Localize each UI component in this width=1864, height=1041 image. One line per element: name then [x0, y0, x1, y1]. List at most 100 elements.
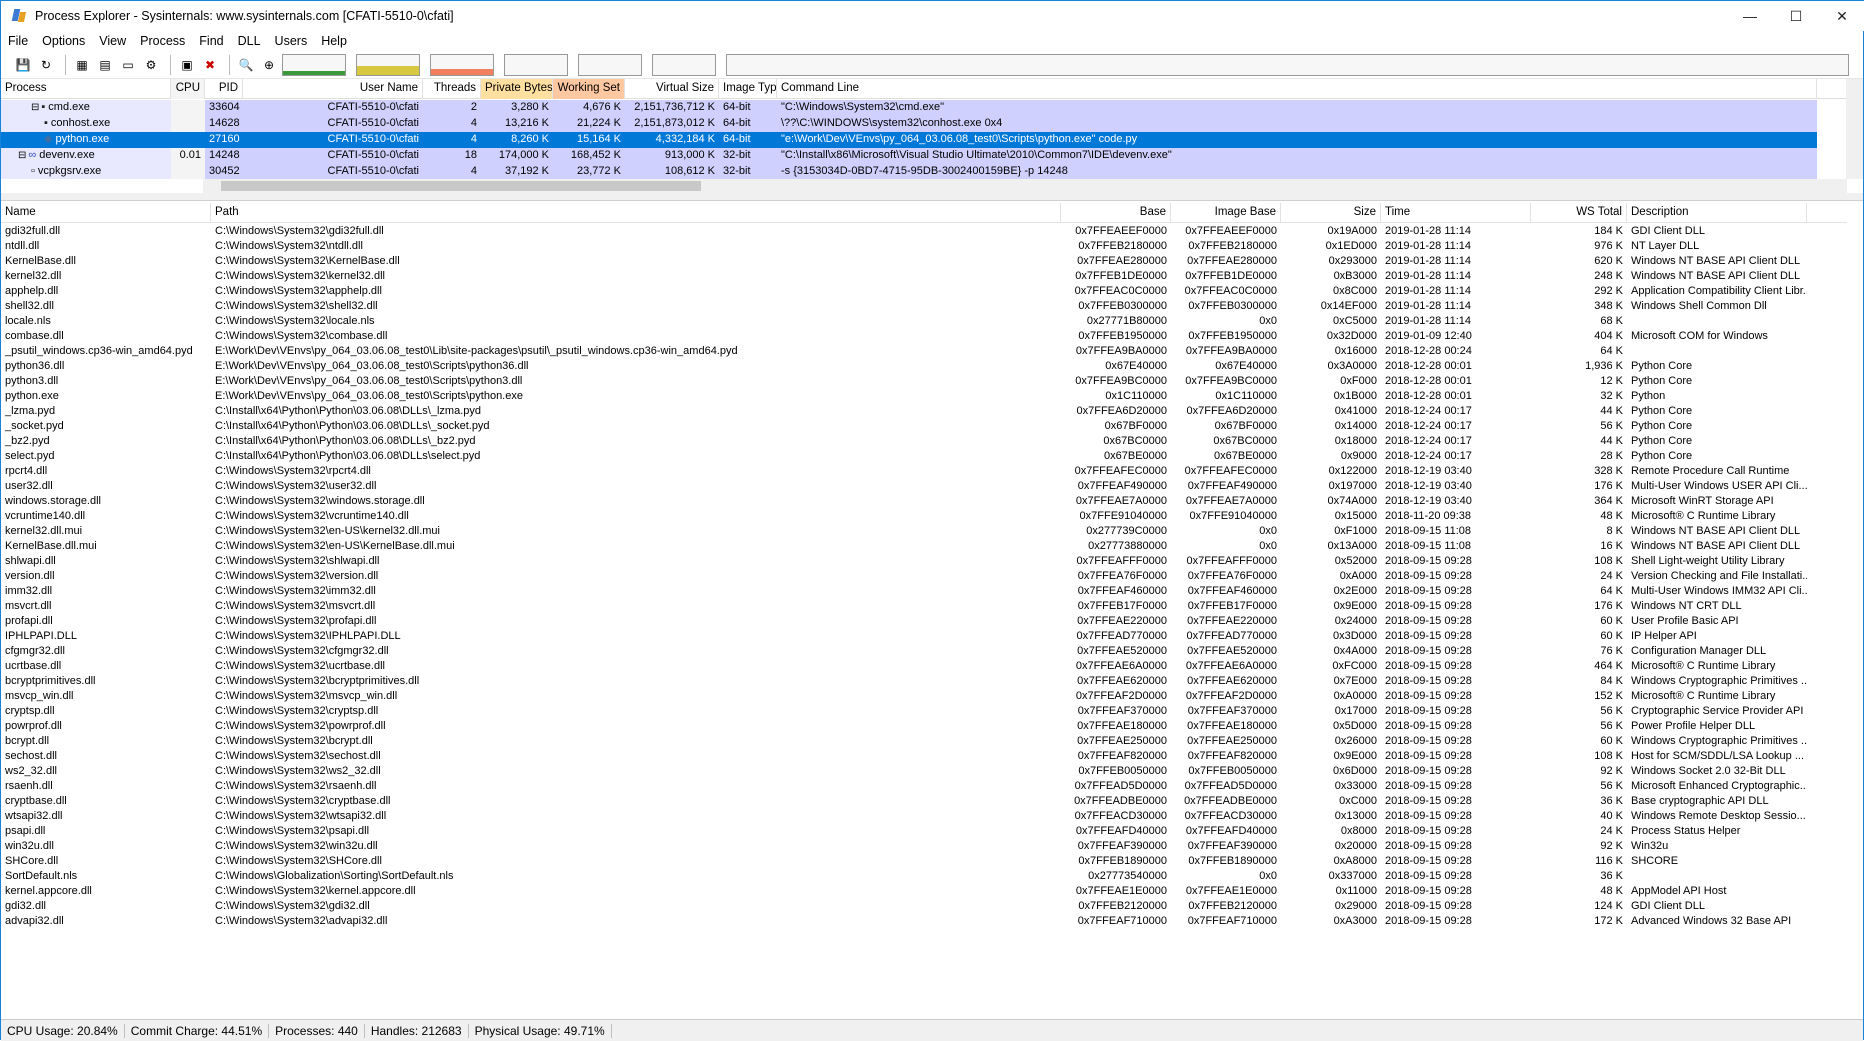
dll-row[interactable]: wtsapi32.dll C:\Windows\System32\wtsapi32… — [1, 809, 1847, 824]
dll-row[interactable]: psapi.dll C:\Windows\System32\psapi.dll 0x… — [1, 824, 1847, 839]
find-button[interactable]: 🔍 — [236, 55, 256, 75]
dll-row[interactable]: _bz2.pyd C:\Install\x64\Python\Python\03.… — [1, 434, 1847, 449]
maximize-button[interactable]: ☐ — [1773, 1, 1819, 31]
dll-row[interactable]: ntdll.dll C:\Windows\System32\ntdll.dll 0x… — [1, 239, 1847, 254]
process-row[interactable]: ▫ vcpkgsrv.exe 30452 CFATI-5510-0\cfati 4 37,… — [1, 164, 1847, 179]
commit-graph[interactable] — [356, 53, 420, 76]
dll-col-ws-total[interactable]: WS Total — [1531, 203, 1627, 223]
dll-row[interactable]: python.exe E:\Work\Dev\VEnvs\py_064_03.06… — [1, 389, 1847, 404]
dll-row[interactable]: bcrypt.dll C:\Windows\System32\bcrypt.dll… — [1, 734, 1847, 749]
process-col-threads[interactable]: Threads — [423, 79, 481, 99]
dll-row[interactable]: locale.nls C:\Windows\System32\locale.nls… — [1, 314, 1847, 329]
menu-dll[interactable]: DLL — [231, 34, 268, 48]
process-col-working-set[interactable]: Working Set — [553, 79, 625, 99]
process-row[interactable]: ◆ python.exe 27160 CFATI-5510-0\cfati 4 8,260… — [1, 132, 1847, 148]
scrollbar-thumb[interactable] — [221, 181, 701, 191]
dll-row[interactable]: cryptbase.dll C:\Windows\System32\cryptba… — [1, 794, 1847, 809]
process-col-cpu[interactable]: CPU — [171, 79, 205, 99]
menu-process[interactable]: Process — [133, 34, 192, 48]
dll-row[interactable]: select.pyd C:\Install\x64\Python\Python\0… — [1, 449, 1847, 464]
dll-row[interactable]: kernel32.dll C:\Windows\System32\kernel32… — [1, 269, 1847, 284]
dll-row[interactable]: SHCore.dll C:\Windows\System32\SHCore.dll… — [1, 854, 1847, 869]
dll-row[interactable]: apphelp.dll C:\Windows\System32\apphelp.d… — [1, 284, 1847, 299]
dll-row[interactable]: rsaenh.dll C:\Windows\System32\rsaenh.dll… — [1, 779, 1847, 794]
tree-collapse-icon[interactable]: ⊟ — [18, 150, 26, 161]
cpu-graph[interactable] — [282, 53, 346, 76]
dll-col-path[interactable]: Path — [211, 203, 1061, 223]
dll-row[interactable]: user32.dll C:\Windows\System32\user32.dll… — [1, 479, 1847, 494]
dll-row[interactable]: advapi32.dll C:\Windows\System32\advapi32… — [1, 914, 1847, 929]
dll-row[interactable]: python36.dll E:\Work\Dev\VEnvs\py_064_03.… — [1, 359, 1847, 374]
network-graph[interactable] — [504, 53, 568, 76]
dll-row[interactable]: powrprof.dll C:\Windows\System32\powrprof… — [1, 719, 1847, 734]
dll-row[interactable]: win32u.dll C:\Windows\System32\win32u.dll… — [1, 839, 1847, 854]
close-button[interactable]: ✕ — [1819, 1, 1864, 31]
dll-row[interactable]: sechost.dll C:\Windows\System32\sechost.d… — [1, 749, 1847, 764]
options-button[interactable]: ▣ — [177, 55, 197, 75]
dll-row[interactable]: profapi.dll C:\Windows\System32\profapi.d… — [1, 614, 1847, 629]
process-col-virtual-size[interactable]: Virtual Size — [625, 79, 719, 99]
refresh-button[interactable]: ↻ — [36, 55, 56, 75]
pane-splitter[interactable] — [1, 193, 1863, 201]
dll-row[interactable]: combase.dll C:\Windows\System32\combase.d… — [1, 329, 1847, 344]
dll-col-description[interactable]: Description — [1627, 203, 1807, 223]
dll-row[interactable]: vcruntime140.dll C:\Windows\System32\vcru… — [1, 509, 1847, 524]
dll-col-size[interactable]: Size — [1281, 203, 1381, 223]
dll-col-image-base[interactable]: Image Base — [1171, 203, 1281, 223]
dll-row[interactable]: bcryptprimitives.dll C:\Windows\System32\… — [1, 674, 1847, 689]
dll-row[interactable]: gdi32full.dll C:\Windows\System32\gdi32fu… — [1, 224, 1847, 239]
menu-help[interactable]: Help — [314, 34, 354, 48]
process-row[interactable]: ▪ conhost.exe 14628 CFATI-5510-0\cfati 4 13,2… — [1, 116, 1847, 132]
dll-row[interactable]: shell32.dll C:\Windows\System32\shell32.d… — [1, 299, 1847, 314]
menu-users[interactable]: Users — [268, 34, 315, 48]
gpu-graph[interactable] — [652, 53, 716, 76]
process-col-command-line[interactable]: Command Line — [777, 79, 1817, 99]
dll-row[interactable]: windows.storage.dll C:\Windows\System32\w… — [1, 494, 1847, 509]
dll-row[interactable]: KernelBase.dll C:\Windows\System32\Kernel… — [1, 254, 1847, 269]
tree-collapse-icon[interactable]: ⊟ — [31, 102, 39, 113]
process-col-user-name[interactable]: User Name — [243, 79, 423, 99]
dll-col-time[interactable]: Time — [1381, 203, 1531, 223]
process-horizontal-scrollbar[interactable] — [203, 179, 1847, 193]
dll-row[interactable]: SortDefault.nls C:\Windows\Globalization\… — [1, 869, 1847, 884]
process-col-image-type[interactable]: Image Type — [719, 79, 777, 99]
dll-row[interactable]: kernel.appcore.dll C:\Windows\System32\ke… — [1, 884, 1847, 899]
process-col-private-bytes[interactable]: Private Bytes — [481, 79, 553, 99]
save-button[interactable]: 💾 — [13, 55, 33, 75]
process-col-pid[interactable]: PID — [205, 79, 243, 99]
menu-options[interactable]: Options — [35, 34, 92, 48]
dll-row[interactable]: gdi32.dll C:\Windows\System32\gdi32.dll 0x… — [1, 899, 1847, 914]
dll-row[interactable]: ucrtbase.dll C:\Windows\System32\ucrtbase… — [1, 659, 1847, 674]
system-info-button[interactable]: ▦ — [72, 55, 92, 75]
dll-row[interactable]: _lzma.pyd C:\Install\x64\Python\Python\03… — [1, 404, 1847, 419]
dll-row[interactable]: python3.dll E:\Work\Dev\VEnvs\py_064_03.0… — [1, 374, 1847, 389]
dll-row[interactable]: msvcrt.dll C:\Windows\System32\msvcrt.dll… — [1, 599, 1847, 614]
io-graph[interactable] — [430, 53, 494, 76]
dll-row[interactable]: msvcp_win.dll C:\Windows\System32\msvcp_w… — [1, 689, 1847, 704]
menu-find[interactable]: Find — [192, 34, 230, 48]
dll-row[interactable]: imm32.dll C:\Windows\System32\imm32.dll 0x… — [1, 584, 1847, 599]
dll-row[interactable]: IPHLPAPI.DLL C:\Windows\System32\IPHLPAPI… — [1, 629, 1847, 644]
menu-file[interactable]: File — [1, 34, 35, 48]
dll-col-name[interactable]: Name — [1, 203, 211, 223]
dll-row[interactable]: KernelBase.dll.mui C:\Windows\System32\en… — [1, 539, 1847, 554]
kill-process-button[interactable]: ✖ — [200, 55, 220, 75]
process-col-process[interactable]: Process — [1, 79, 171, 99]
dll-row[interactable]: version.dll C:\Windows\System32\version.d… — [1, 569, 1847, 584]
dll-row[interactable]: kernel32.dll.mui C:\Windows\System32\en-U… — [1, 524, 1847, 539]
menu-view[interactable]: View — [92, 34, 133, 48]
dll-row[interactable]: ws2_32.dll C:\Windows\System32\ws2_32.dll… — [1, 764, 1847, 779]
dll-button[interactable]: ⚙ — [141, 55, 161, 75]
properties-button[interactable]: ▤ — [95, 55, 115, 75]
dll-row[interactable]: rpcrt4.dll C:\Windows\System32\rpcrt4.dll… — [1, 464, 1847, 479]
process-row[interactable]: ⊟ ▪ cmd.exe 33604 CFATI-5510-0\cfati 2 3,280 K… — [1, 100, 1847, 116]
process-row[interactable]: ⊟ ∞ devenv.exe 0.01 14248 CFATI-5510-0\cfati 1… — [1, 148, 1847, 164]
minimize-button[interactable]: — — [1727, 1, 1773, 31]
dll-row[interactable]: shlwapi.dll C:\Windows\System32\shlwapi.d… — [1, 554, 1847, 569]
dll-row[interactable]: cfgmgr32.dll C:\Windows\System32\cfgmgr32… — [1, 644, 1847, 659]
dll-col-base[interactable]: Base — [1061, 203, 1171, 223]
disk-graph[interactable] — [578, 53, 642, 76]
process-vertical-scrollbar[interactable] — [1846, 79, 1863, 179]
window-button[interactable]: ▭ — [118, 55, 138, 75]
dll-row[interactable]: _socket.pyd C:\Install\x64\Python\Python\… — [1, 419, 1847, 434]
